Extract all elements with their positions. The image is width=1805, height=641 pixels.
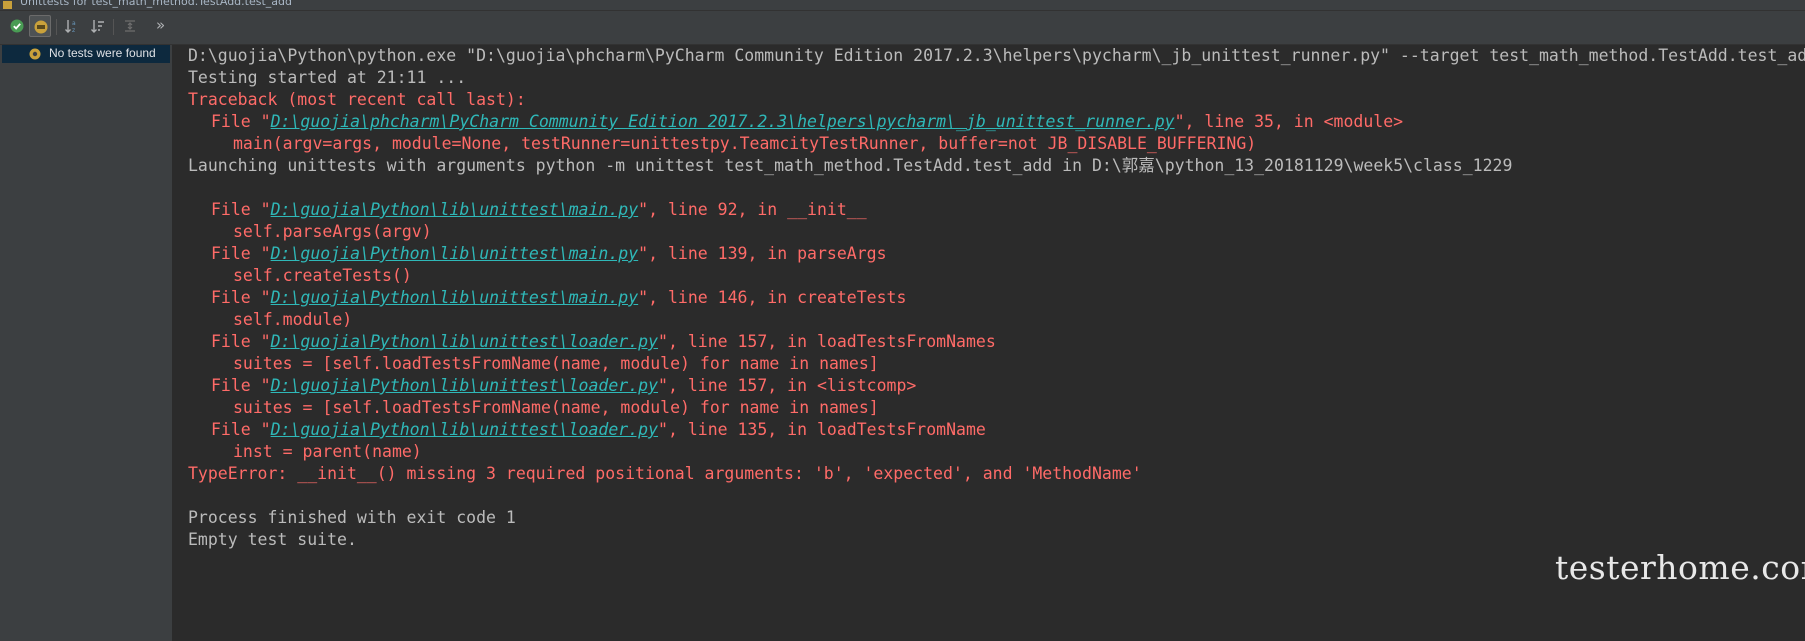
sort-by-duration-button[interactable] <box>87 15 109 37</box>
traceback-frame: File "D:\guojia\Python\lib\unittest\main… <box>211 244 887 263</box>
error-message: TypeError: __init__() missing 3 required… <box>188 464 1142 483</box>
svg-text:z: z <box>72 27 75 34</box>
sort-by-duration-icon <box>91 20 104 33</box>
process-exit-line: Process finished with exit code 1 <box>188 508 516 527</box>
sort-alphabetically-button[interactable]: a z <box>61 15 83 37</box>
show-ignored-button[interactable] <box>29 15 51 37</box>
svg-text:a: a <box>72 20 76 27</box>
show-ignored-icon <box>34 20 48 34</box>
test-tree-panel: No tests were found <box>0 45 173 641</box>
console-line: Testing started at 21:11 ... <box>188 68 467 87</box>
more-icon: » <box>156 16 166 34</box>
expand-all-icon <box>125 20 135 32</box>
window-title: Unittests for test_math_method.TestAdd.t… <box>20 0 292 8</box>
file-link[interactable]: D:\guojia\Python\lib\unittest\main.py <box>271 244 639 263</box>
toolbar-separator <box>113 19 114 35</box>
expand-all-button[interactable] <box>119 15 141 37</box>
toolbar-separator <box>56 19 57 35</box>
show-passed-button[interactable] <box>6 15 28 37</box>
traceback-code: suites = [self.loadTestsFromName(name, m… <box>233 354 879 373</box>
no-tests-icon <box>29 48 41 60</box>
file-link[interactable]: D:\guojia\Python\lib\unittest\main.py <box>271 200 639 219</box>
traceback-frame: File "D:\guojia\Python\lib\unittest\load… <box>211 420 986 439</box>
more-actions-button[interactable]: » <box>152 15 174 37</box>
window-title-bar: Unittests for test_math_method.TestAdd.t… <box>0 0 1805 11</box>
show-passed-icon <box>10 19 24 33</box>
traceback-frame: File "D:\guojia\phcharm\PyCharm Communit… <box>211 112 1404 131</box>
traceback-frame: File "D:\guojia\Python\lib\unittest\load… <box>211 376 917 395</box>
traceback-code: inst = parent(name) <box>233 442 422 461</box>
file-link[interactable]: D:\guojia\phcharm\PyCharm Community Edit… <box>271 112 1175 131</box>
sort-alphabetically-icon: a z <box>65 20 76 34</box>
file-link[interactable]: D:\guojia\Python\lib\unittest\loader.py <box>271 376 658 395</box>
traceback-code: self.createTests() <box>233 266 412 285</box>
file-link[interactable]: D:\guojia\Python\lib\unittest\main.py <box>271 288 639 307</box>
traceback-header: Traceback (most recent call last): <box>188 90 526 109</box>
test-tree-root[interactable]: No tests were found <box>2 45 170 63</box>
traceback-code: main(argv=args, module=None, testRunner=… <box>233 134 1257 153</box>
console-line: Launching unittests with arguments pytho… <box>188 156 1513 175</box>
file-link[interactable]: D:\guojia\Python\lib\unittest\loader.py <box>271 332 658 351</box>
empty-suite-line: Empty test suite. <box>188 530 357 549</box>
traceback-frame: File "D:\guojia\Python\lib\unittest\main… <box>211 288 907 307</box>
watermark: testerhome.com <box>1555 548 1805 587</box>
no-tests-label: No tests were found <box>49 46 156 60</box>
traceback-code: self.module) <box>233 310 353 329</box>
traceback-code: self.parseArgs(argv) <box>233 222 432 241</box>
console-line: D:\guojia\Python\python.exe "D:\guojia\p… <box>188 46 1805 65</box>
test-runner-toolbar: a z » <box>0 11 1805 45</box>
file-link[interactable]: D:\guojia\Python\lib\unittest\loader.py <box>271 420 658 439</box>
run-icon <box>3 1 12 9</box>
traceback-frame: File "D:\guojia\Python\lib\unittest\load… <box>211 332 996 351</box>
traceback-frame: File "D:\guojia\Python\lib\unittest\main… <box>211 200 867 219</box>
traceback-code: suites = [self.loadTestsFromName(name, m… <box>233 398 879 417</box>
